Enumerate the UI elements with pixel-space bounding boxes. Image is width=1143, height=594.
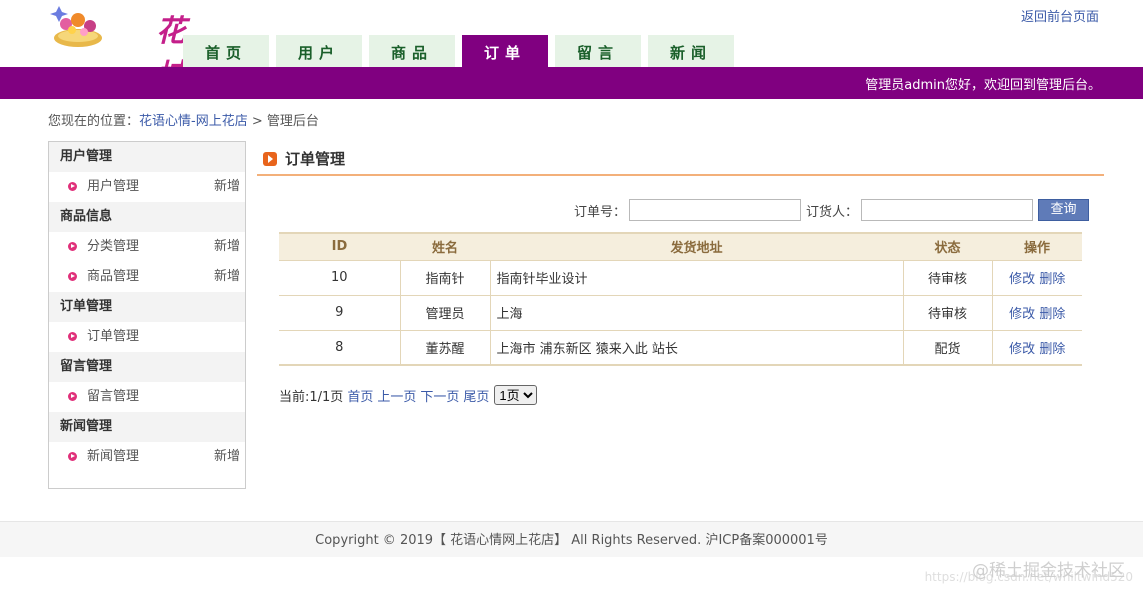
return-frontend-link[interactable]: 返回前台页面 [1021,6,1099,25]
nav-tab-messages[interactable]: 留言 [555,35,641,67]
cell-address: 上海市 浦东新区 猿来入此 站长 [489,330,903,366]
footer: Copyright © 2019【 花语心情网上花店】 All Rights R… [0,521,1143,557]
watermark-text: @稀土掘金技术社区 [972,561,1125,581]
table-row: 9 管理员 上海 待审核 修改 删除 [279,295,1082,331]
sidebar-item-order-management[interactable]: 订单管理 [49,322,245,352]
logo[interactable]: 花城 [48,2,186,93]
nav-tab-products[interactable]: 商品 [369,35,455,67]
cell-name: 董苏醒 [399,330,490,366]
orderer-label: 订货人： [806,204,859,220]
bullet-arrow-icon [68,392,77,401]
cell-status: 配货 [902,330,992,366]
orderer-input[interactable] [861,199,1034,221]
cell-status: 待审核 [902,260,992,296]
sidebar-add-link[interactable]: 新增 [214,172,240,202]
sidebar-group-title: 留言管理 [49,352,245,382]
delete-link[interactable]: 删除 [1039,342,1065,357]
main-nav: 首页 用户 商品 订单 留言 新闻 [183,35,741,67]
order-no-input[interactable] [629,199,802,221]
sidebar-item-label[interactable]: 新闻管理 [87,449,139,464]
cell-address: 指南针毕业设计 [489,260,903,296]
search-button[interactable]: 查询 [1038,199,1090,221]
flower-basket-icon [50,6,102,47]
column-header-name: 姓名 [400,232,490,261]
sidebar-item-category-management[interactable]: 分类管理 新增 [49,232,245,262]
column-header-address: 发货地址 [490,232,903,261]
sidebar-add-link[interactable]: 新增 [214,262,240,292]
cell-actions: 修改 删除 [991,330,1082,366]
next-page-link[interactable]: 下一页 [420,386,459,405]
prev-page-link[interactable]: 上一页 [377,386,416,405]
welcome-text: 管理员admin您好，欢迎回到管理后台。 [865,78,1101,93]
cell-id: 10 [279,260,400,296]
column-header-id: ID [279,232,400,261]
pagination: 当前:1/1页 首页 上一页 下一页 尾页 1页 [279,385,538,405]
cell-status: 待审核 [902,295,992,331]
sidebar-item-label[interactable]: 用户管理 [87,179,139,194]
breadcrumb-prefix: 您现在的位置： [48,114,140,129]
sidebar-group-title: 商品信息 [49,202,245,232]
welcome-bar: 管理员admin您好，欢迎回到管理后台。 [0,67,1143,99]
sidebar-item-news-management[interactable]: 新闻管理 新增 [49,442,245,472]
section-arrow-icon [263,151,277,166]
bullet-arrow-icon [68,332,77,341]
page-title: 订单管理 [263,148,345,169]
page-title-text: 订单管理 [285,150,346,168]
column-header-actions: 操作 [992,232,1082,261]
sidebar-group-title: 新闻管理 [49,412,245,442]
bullet-arrow-icon [68,182,77,191]
bullet-arrow-icon [68,272,77,281]
cell-address: 上海 [489,295,903,331]
nav-tab-home[interactable]: 首页 [183,35,269,67]
orders-table: ID 姓名 发货地址 状态 操作 10 指南针 指南针毕业设计 待审核 修改 删… [279,232,1082,366]
nav-tab-orders[interactable]: 订单 [462,35,548,67]
table-row: 8 董苏醒 上海市 浦东新区 猿来入此 站长 配货 修改 删除 [279,330,1082,366]
sidebar: 用户管理 用户管理 新增 商品信息 分类管理 新增 商品管理 新增 订单管理 订… [48,141,246,489]
edit-link[interactable]: 修改 [1009,342,1035,357]
table-row: 10 指南针 指南针毕业设计 待审核 修改 删除 [279,260,1082,296]
bullet-arrow-icon [68,452,77,461]
sidebar-item-message-management[interactable]: 留言管理 [49,382,245,412]
page-indicator: 当前:1/1页 [279,389,344,405]
edit-link[interactable]: 修改 [1009,307,1035,322]
breadcrumb: 您现在的位置：花语心情-网上花店 > 管理后台 [48,110,319,129]
first-page-link[interactable]: 首页 [347,386,373,405]
order-no-label: 订单号： [574,204,627,220]
cell-actions: 修改 删除 [991,295,1082,331]
table-header-row: ID 姓名 发货地址 状态 操作 [279,232,1082,261]
sidebar-group-title: 用户管理 [49,142,245,172]
title-divider [257,174,1104,176]
edit-link[interactable]: 修改 [1009,272,1035,287]
breadcrumb-separator: > [251,114,263,129]
sidebar-group-title: 订单管理 [49,292,245,322]
sidebar-item-label[interactable]: 留言管理 [87,389,139,404]
last-page-link[interactable]: 尾页 [463,386,489,405]
sidebar-item-label[interactable]: 订单管理 [87,329,139,344]
delete-link[interactable]: 删除 [1039,272,1065,287]
page-select[interactable]: 1页 [494,385,538,405]
cell-actions: 修改 删除 [991,260,1082,296]
nav-tab-users[interactable]: 用户 [276,35,362,67]
sidebar-item-product-management[interactable]: 商品管理 新增 [49,262,245,292]
sidebar-item-label[interactable]: 分类管理 [87,239,139,254]
nav-tab-news[interactable]: 新闻 [648,35,734,67]
sidebar-item-label[interactable]: 商品管理 [87,269,139,284]
breadcrumb-site-link[interactable]: 花语心情-网上花店 [139,114,248,129]
column-header-status: 状态 [903,232,992,261]
cell-id: 8 [279,330,400,366]
sidebar-add-link[interactable]: 新增 [214,442,240,472]
delete-link[interactable]: 删除 [1039,307,1065,322]
search-form: 订单号： 订货人： 查询 [574,199,1090,221]
cell-name: 管理员 [399,295,490,331]
copyright-text: Copyright © 2019【 花语心情网上花店】 All Rights R… [315,533,828,548]
cell-name: 指南针 [399,260,490,296]
bullet-arrow-icon [68,242,77,251]
sidebar-item-user-management[interactable]: 用户管理 新增 [49,172,245,202]
breadcrumb-current: 管理后台 [266,114,319,129]
header: 花城 返回前台页面 首页 用户 商品 订单 留言 新闻 [0,0,1143,93]
sidebar-add-link[interactable]: 新增 [214,232,240,262]
cell-id: 9 [279,295,400,331]
